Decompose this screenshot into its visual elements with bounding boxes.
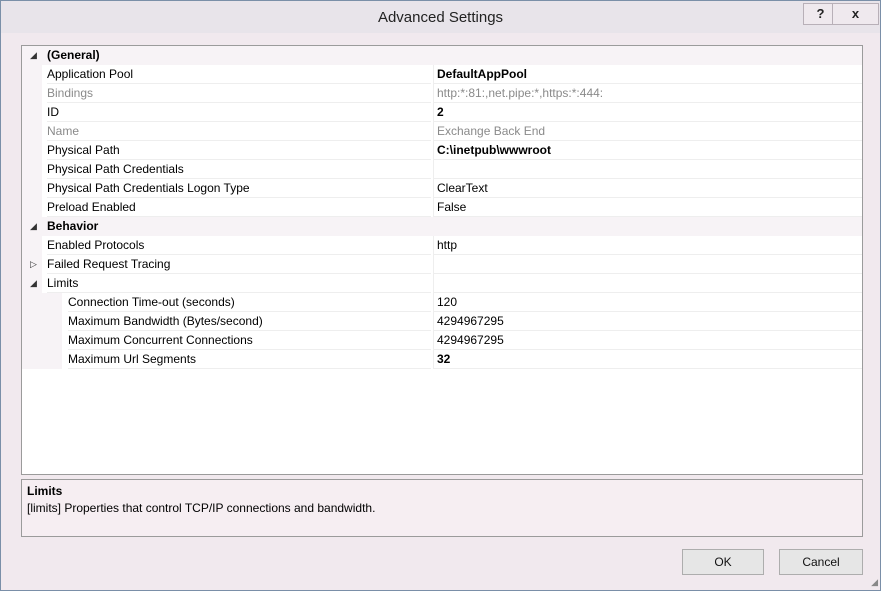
property-value[interactable]: http [433,236,862,255]
property-value[interactable]: C:\inetpub\wwwroot [433,141,862,160]
property-name: Application Pool [47,65,431,84]
property-name: Bindings [47,84,431,103]
row-gutter [22,65,42,84]
dialog-title: Advanced Settings [377,9,504,26]
property-row-failed-request-tracing[interactable]: ▷ Failed Request Tracing [22,255,862,274]
row-gutter [22,293,42,312]
property-row-logon-type[interactable]: Physical Path Credentials Logon Type Cle… [22,179,862,198]
property-value[interactable]: Exchange Back End [433,122,862,141]
property-value[interactable]: DefaultAppPool [433,65,862,84]
property-value[interactable]: 2 [433,103,862,122]
row-indent [42,293,62,312]
category-general[interactable]: ◢ (General) [22,46,862,65]
row-gutter [22,236,42,255]
description-title: Limits [27,484,63,498]
description-panel: Limits [limits] Properties that control … [21,479,863,537]
property-name: Limits [47,274,431,293]
property-row-bindings[interactable]: Bindings http:*:81:,net.pipe:*,https:*:4… [22,84,862,103]
category-value [433,217,862,235]
property-row-application-pool[interactable]: Application Pool DefaultAppPool [22,65,862,84]
property-value[interactable] [433,255,862,274]
close-button[interactable]: x [832,3,879,25]
property-row-preload-enabled[interactable]: Preload Enabled False [22,198,862,217]
property-value[interactable]: False [433,198,862,217]
property-row-name[interactable]: Name Exchange Back End [22,122,862,141]
property-name: Physical Path [47,141,431,160]
property-name: Connection Time-out (seconds) [68,293,431,312]
category-label: Behavior [47,219,99,233]
property-name: Enabled Protocols [47,236,431,255]
property-name: Name [47,122,431,141]
collapse-arrow-icon[interactable]: ◢ [30,46,37,65]
property-name: Physical Path Credentials [47,160,431,179]
property-name: Preload Enabled [47,198,431,217]
row-gutter [22,141,42,160]
property-name: Failed Request Tracing [47,255,431,274]
property-row-maximum-url-segments[interactable]: Maximum Url Segments 32 [22,350,862,369]
category-behavior[interactable]: ◢ Behavior [22,217,862,236]
category-label: (General) [47,48,100,62]
property-grid: ◢ (General) Application Pool DefaultAppP… [21,45,863,475]
property-name: Maximum Concurrent Connections [68,331,431,350]
row-gutter [22,350,42,369]
row-gutter [22,84,42,103]
property-row-physical-path-credentials[interactable]: Physical Path Credentials [22,160,862,179]
property-value[interactable]: 4294967295 [433,331,862,350]
property-value[interactable]: 120 [433,293,862,312]
row-gutter [22,103,42,122]
row-indent [42,331,62,350]
description-text: [limits] Properties that control TCP/IP … [27,501,376,515]
property-value[interactable]: 4294967295 [433,312,862,331]
property-row-limits[interactable]: ◢ Limits [22,274,862,293]
cancel-button[interactable]: Cancel [779,549,863,575]
ok-button[interactable]: OK [682,549,764,575]
property-value[interactable] [433,160,862,179]
row-gutter [22,160,42,179]
collapse-arrow-icon[interactable]: ◢ [30,274,37,293]
row-indent [42,312,62,331]
property-name: ID [47,103,431,122]
row-gutter [22,198,42,217]
property-value[interactable]: 32 [433,350,862,369]
property-name: Physical Path Credentials Logon Type [47,179,431,198]
property-value[interactable] [433,274,862,293]
row-gutter [22,179,42,198]
collapse-arrow-icon[interactable]: ◢ [30,217,37,236]
property-value[interactable]: ClearText [433,179,862,198]
row-gutter [22,122,42,141]
category-value [433,46,862,64]
expand-arrow-icon[interactable]: ▷ [30,255,37,274]
property-row-id[interactable]: ID 2 [22,103,862,122]
property-row-connection-timeout[interactable]: Connection Time-out (seconds) 120 [22,293,862,312]
title-bar: Advanced Settings ? x [1,1,880,33]
row-indent [42,350,62,369]
property-row-physical-path[interactable]: Physical Path C:\inetpub\wwwroot [22,141,862,160]
row-gutter [22,312,42,331]
resize-grip-icon[interactable]: ◢ [871,577,878,588]
property-row-maximum-bandwidth[interactable]: Maximum Bandwidth (Bytes/second) 4294967… [22,312,862,331]
property-name: Maximum Url Segments [68,350,431,369]
row-gutter [22,331,42,350]
property-name: Maximum Bandwidth (Bytes/second) [68,312,431,331]
property-row-maximum-concurrent-connections[interactable]: Maximum Concurrent Connections 429496729… [22,331,862,350]
property-value[interactable]: http:*:81:,net.pipe:*,https:*:444: [433,84,862,103]
advanced-settings-dialog: Advanced Settings ? x ◢ (General) Applic… [0,0,881,591]
property-row-enabled-protocols[interactable]: Enabled Protocols http [22,236,862,255]
